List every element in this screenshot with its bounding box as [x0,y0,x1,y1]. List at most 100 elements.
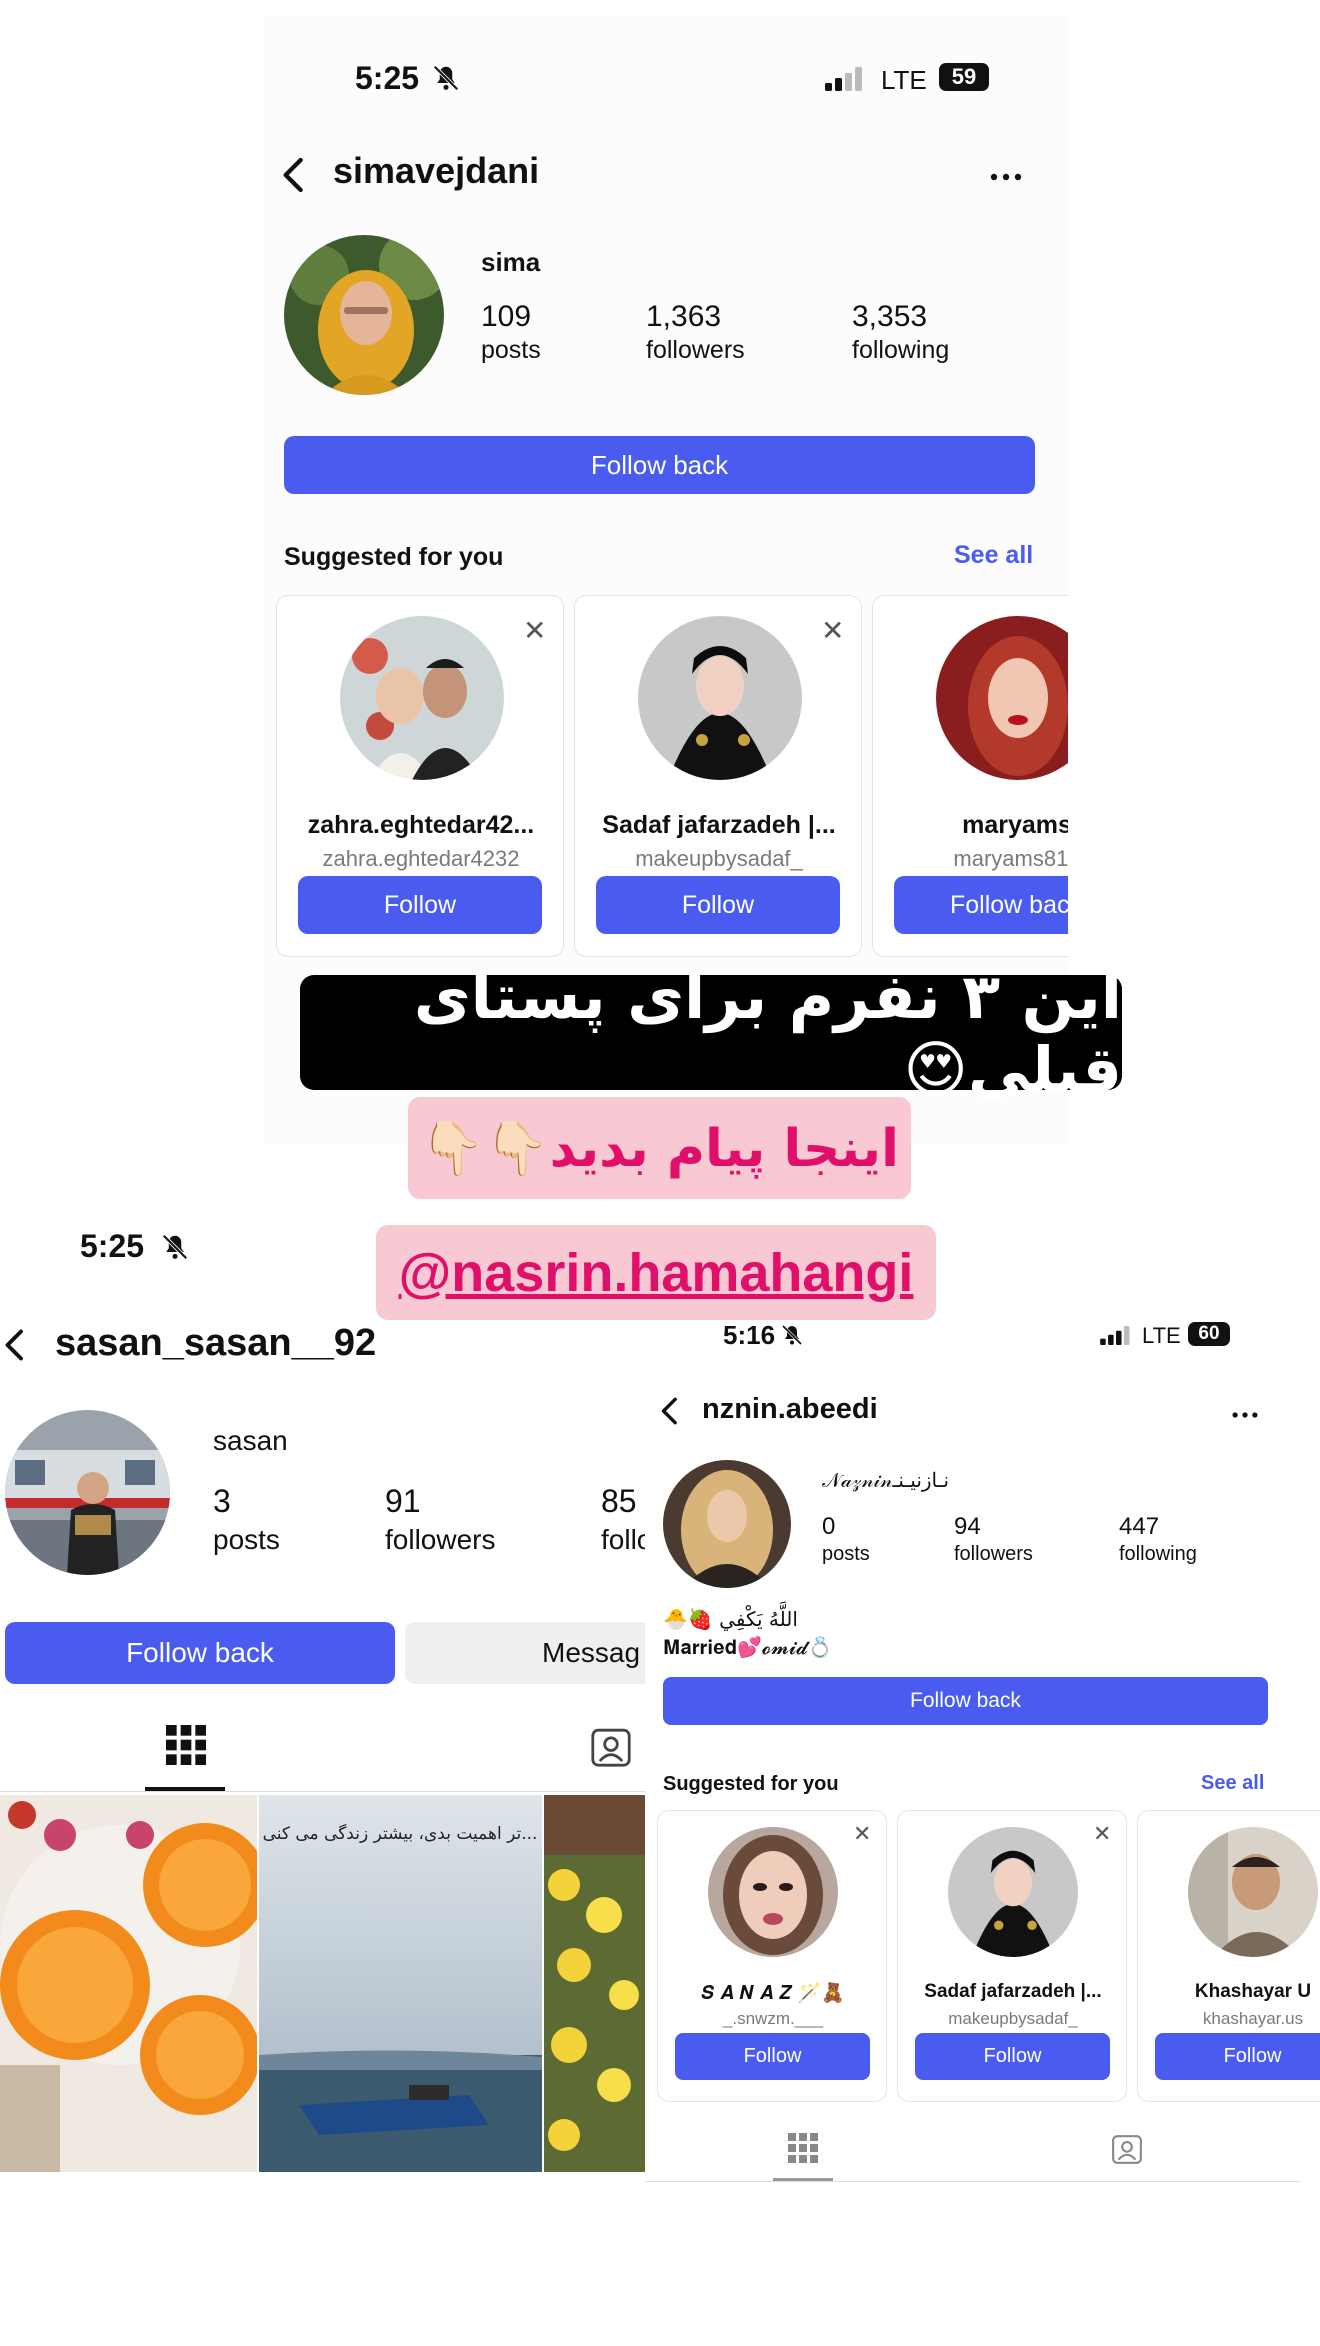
followers-count: 91 [385,1483,421,1519]
following-stat[interactable]: 447 following [1119,1513,1197,1566]
signal-icon [1100,1326,1132,1345]
overlay-caption-black: این ۳ نفرم برای پستای قبلی😍 [300,960,1122,1106]
overlay-caption-pink: اینجا پیام بدید👇🏻👇🏻 [408,1097,911,1199]
posts-stat[interactable]: 3 posts [213,1483,280,1556]
message-button[interactable]: Messag [405,1622,645,1684]
grid-tab-icon[interactable] [788,2133,818,2163]
followers-count: 94 [954,1513,981,1540]
followers-label: followers [646,336,745,364]
followers-count: 1,363 [646,300,722,333]
more-options-icon[interactable] [1231,1407,1259,1418]
followers-stat[interactable]: 1,363 followers [646,300,745,365]
posts-label: posts [213,1524,280,1555]
suggestion-avatar [1188,1827,1318,1957]
profile-display-name: 𝒩𝒶𝓏𝓃𝒾𝓃نـازنیـنـ [822,1468,950,1492]
mention-link[interactable]: @nasrin.hamahangi [399,1242,914,1304]
posts-count: 0 [822,1513,836,1540]
followers-label: followers [954,1543,1033,1565]
bell-slash-icon [780,1323,804,1347]
suggestion-name: 𝑺 𝑨 𝑵 𝑨 𝒁 🪄🧸 [701,1982,845,2004]
following-label: following [852,336,950,364]
following-stat[interactable]: 3,353 following [852,300,949,365]
tagged-tab-icon[interactable] [1111,2133,1143,2165]
follow-back-button[interactable]: Follow back [284,436,1035,494]
dismiss-icon[interactable]: ✕ [821,614,844,647]
suggestion-name: zahra.eghtedar42... [307,811,535,839]
suggestion-card[interactable]: ✕ zahra.eghtedar42... zahra.eghtedar4232… [276,595,564,957]
suggestion-follow-button[interactable]: Follow back [894,876,1068,934]
profile-username: sasan_sasan__92 [55,1322,377,1364]
back-chevron-icon[interactable] [277,155,311,195]
tabs-divider [645,2181,1300,2182]
profile-avatar[interactable] [284,235,444,395]
posts-stat[interactable]: 109 posts [481,300,541,365]
following-stat[interactable]: 85 follo [601,1483,645,1556]
suggestion-name: Sadaf jafarzadeh |... [924,1981,1102,2002]
signal-icon [825,67,865,91]
profile-display-name: sima [481,247,541,277]
suggestion-follow-button[interactable]: Follow [596,876,840,934]
following-count: 447 [1119,1513,1160,1540]
suggestion-card[interactable]: ✕ Sadaf jafarzadeh |... makeupbysadaf_ F… [897,1810,1127,2102]
profile-display-name: sasan [213,1425,288,1456]
followers-label: followers [385,1524,496,1555]
post-thumbnail[interactable] [0,1795,257,2172]
suggestion-handle: zahra.eghtedar4232 [322,846,520,871]
suggestion-handle: makeupbysadaf_ [635,846,803,871]
follow-back-button[interactable]: Follow back [663,1677,1268,1725]
profile-username: nznin.abeedi [702,1393,878,1425]
profile-screenshot-3: 5:16 LTE 60 nznin.abeedi 𝒩𝒶𝓏𝓃𝒾𝓃نـازنیـنـ… [645,1285,1320,2190]
suggestion-card[interactable]: maryams maryams812 Follow back [872,595,1068,957]
profile-avatar[interactable] [5,1410,170,1575]
status-time: 5:25 [80,1228,145,1264]
post-thumbnail[interactable]: تر اهمیت بدی، بیشتر زندگی می کنی... [259,1795,542,2172]
following-count: 3,353 [852,300,928,333]
suggested-title: Suggested for you [663,1773,839,1795]
back-chevron-icon[interactable] [0,1325,30,1365]
posts-stat[interactable]: 0 posts [822,1513,870,1566]
suggestion-card[interactable]: ✕ 𝑺 𝑨 𝑵 𝑨 𝒁 🪄🧸 _.snwzm.___ Follow [657,1810,887,2102]
tagged-tab-icon[interactable] [590,1726,632,1768]
more-options-icon[interactable] [989,170,1023,182]
network-label: LTE [881,65,927,95]
back-chevron-icon[interactable] [657,1395,683,1427]
posts-count: 109 [481,300,532,333]
suggestion-card[interactable]: Khashayar U khashayar.us Follow [1137,1810,1320,2102]
grid-tab-icon[interactable] [166,1725,206,1765]
dismiss-icon[interactable]: ✕ [523,614,546,647]
suggestion-follow-button[interactable]: Follow [675,2033,870,2080]
overlay-mention-tag[interactable]: @nasrin.hamahangi [376,1225,936,1320]
grid-overlay-text: تر اهمیت بدی، بیشتر زندگی می کنی... [263,1823,538,1844]
bell-slash-icon [431,63,461,93]
battery-indicator: 59 [939,63,989,91]
followers-stat[interactable]: 91 followers [385,1483,495,1556]
network-label: LTE [1142,1323,1181,1348]
suggestion-follow-button[interactable]: Follow [1155,2033,1320,2080]
dismiss-icon[interactable]: ✕ [853,1821,871,1847]
profile-avatar[interactable] [663,1460,791,1588]
see-all-link[interactable]: See all [954,541,1033,570]
post-thumbnail[interactable] [544,1795,645,2172]
status-time: 5:25 [355,60,420,96]
see-all-link[interactable]: See all [1201,1772,1264,1795]
suggestion-avatar [708,1827,838,1957]
dismiss-icon[interactable]: ✕ [1093,1821,1111,1847]
posts-label: posts [822,1543,870,1565]
bio-line-1: 🐣🍓 اللَّهُ يَكْفِي [663,1607,798,1631]
suggestion-card[interactable]: ✕ Sadaf jafarzadeh |... makeupbysadaf_ F… [574,595,862,957]
suggestion-follow-button[interactable]: Follow [915,2033,1110,2080]
follow-back-button[interactable]: Follow back [5,1622,395,1684]
following-label: following [1119,1543,1197,1565]
following-label: follo [601,1524,645,1555]
suggestion-name: Sadaf jafarzadeh |... [602,811,836,839]
posts-count: 3 [213,1483,231,1519]
suggestion-handle: khashayar.us [1202,2009,1304,2028]
suggestion-follow-button[interactable]: Follow [298,876,542,934]
profile-screenshot-2: 5:25 sasan_sasan__92 sasan 3 posts 91 fo… [0,1180,645,2180]
suggestion-avatar [948,1827,1078,1957]
suggestion-avatar [638,616,802,780]
suggestion-name: maryams [962,811,1068,839]
suggested-title: Suggested for you [284,543,504,571]
followers-stat[interactable]: 94 followers [954,1513,1033,1566]
posts-label: posts [481,336,541,364]
